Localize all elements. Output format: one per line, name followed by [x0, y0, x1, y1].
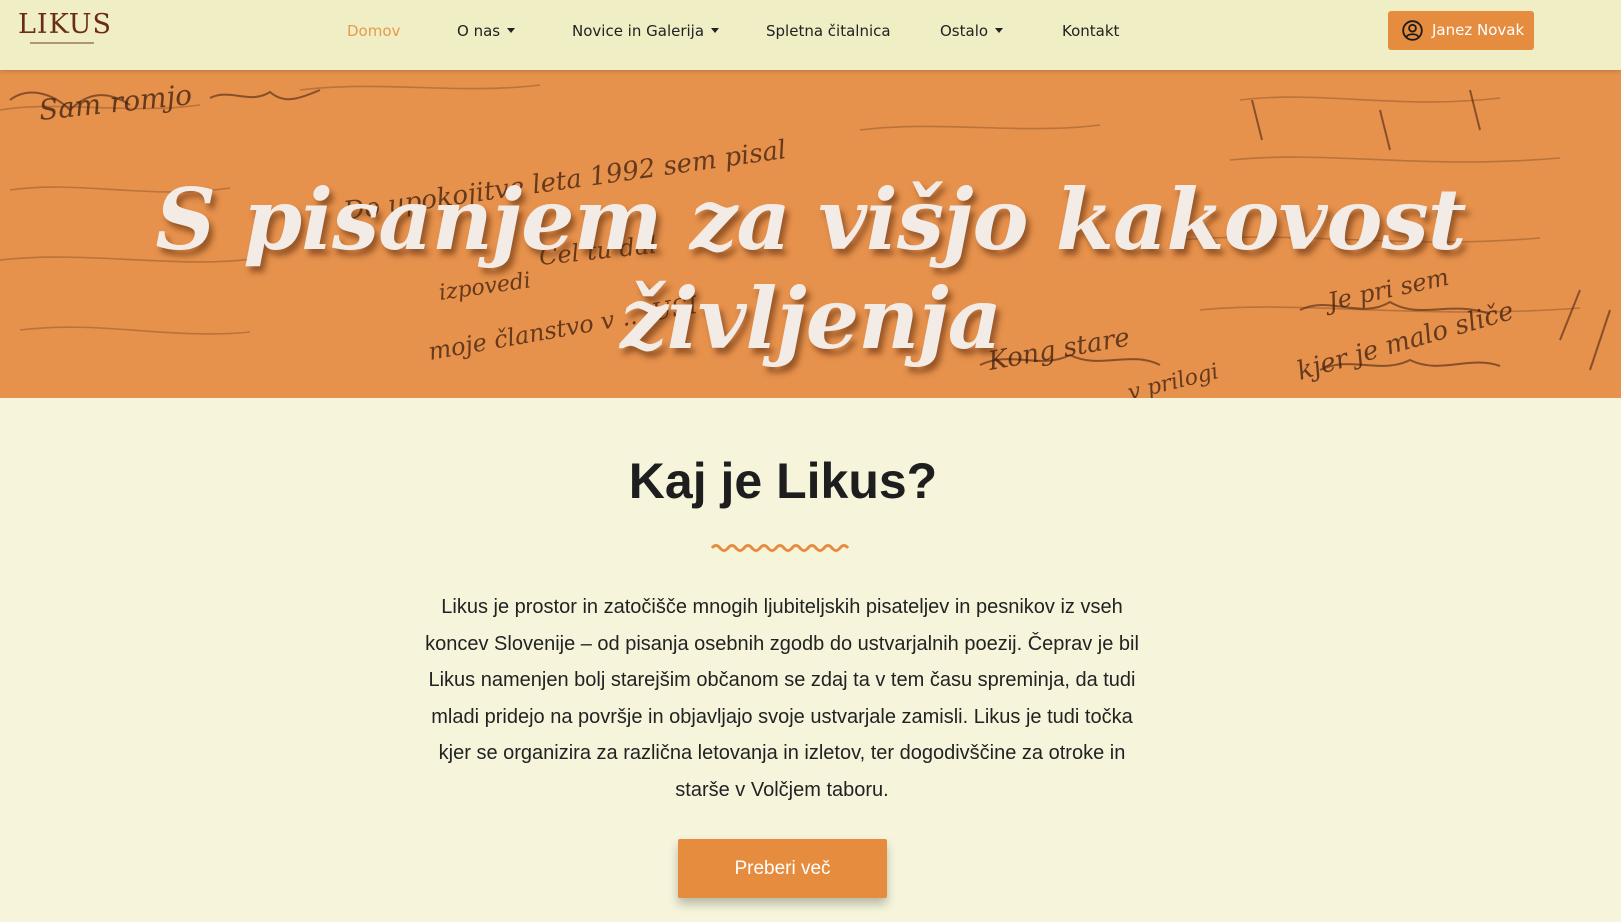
nav-item-label: Kontakt — [1062, 22, 1120, 40]
caret-down-icon — [995, 28, 1004, 33]
nav-item-label: O nas — [457, 22, 501, 40]
section-title: Kaj je Likus? — [628, 453, 938, 509]
paragraph-line: koncev Slovenije – od pisanja osebnih zg… — [425, 632, 1139, 655]
nav-item-o-nas[interactable]: O nas — [457, 20, 516, 42]
read-more-button[interactable]: Preberi več — [678, 839, 887, 898]
paragraph-line: kjer se organizira za različna letovanja… — [438, 742, 1126, 764]
caret-down-icon — [507, 28, 516, 33]
nav-item-label: Novice in Galerija — [572, 22, 705, 40]
nav-item-label: Domov — [347, 22, 401, 40]
hero-title: S pisanjem za višjo kakovost življenja — [155, 170, 1466, 368]
user-circle-icon — [1402, 20, 1423, 41]
nav-item-ostalo[interactable]: Ostalo — [940, 20, 1004, 42]
nav-item-domov[interactable]: Domov — [347, 20, 400, 42]
paragraph-line: Likus je prostor in zatočišče mnogih lju… — [441, 596, 1123, 618]
paragraph-line: starše v Volčjem taboru. — [675, 778, 889, 801]
nav-item-kontakt[interactable]: Kontakt — [1062, 20, 1119, 42]
user-account-button[interactable]: Janez Novak — [1388, 11, 1534, 50]
nav-item-label: Ostalo — [940, 22, 989, 40]
wave-divider — [711, 544, 850, 552]
caret-down-icon — [711, 28, 720, 33]
nav-item-novice-galerija[interactable]: Novice in Galerija — [572, 20, 720, 42]
logo-underline — [30, 42, 94, 44]
user-name-label: Janez Novak — [1432, 21, 1525, 39]
paragraph-line: Likus namenjen bolj starejšim občanom se… — [428, 669, 1136, 691]
hero-banner: Do upokojitve leta 1992 sem pisal Cel tu… — [0, 70, 1621, 398]
about-paragraph: Likus je prostor in zatočišče mnogih lju… — [408, 589, 1156, 808]
paragraph-line: mladi pridejo na površje in objavljajo s… — [431, 705, 1133, 728]
logo-text: LIKUS — [18, 9, 113, 40]
nav-item-spletna-citalnica[interactable]: Spletna čitalnica — [766, 20, 891, 42]
site-logo[interactable]: LIKUS — [18, 10, 111, 46]
nav-item-label: Spletna čitalnica — [766, 22, 891, 40]
top-navbar: LIKUS Domov O nas Novice in Galerija Spl… — [0, 0, 1621, 70]
